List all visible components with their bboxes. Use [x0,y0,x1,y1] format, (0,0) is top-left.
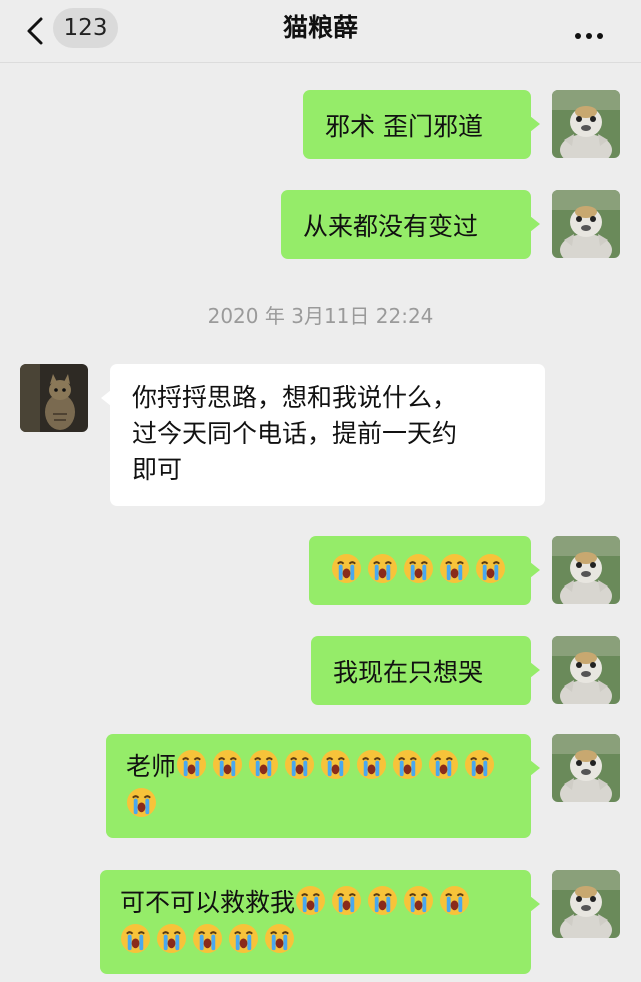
crying-face-emoji [212,749,243,780]
crying-face-emoji [392,749,423,780]
crying-face-emoji [248,749,279,780]
crying-face-emoji [367,885,398,916]
more-icon[interactable] [575,24,609,39]
chat-header: 123 猫粮薛 [0,0,641,63]
crying-face-emoji [439,885,470,916]
crying-face-emoji [176,749,207,780]
message-bubble[interactable]: 老师 [106,734,540,838]
crying-face-emoji [228,923,259,954]
my-avatar[interactable] [552,636,620,704]
message-bubble[interactable]: 从来都没有变过 [281,190,540,259]
crying-face-emoji [428,749,459,780]
message-text: 可不可以救救我 [120,888,296,917]
crying-face-emoji [192,923,223,954]
crying-face-emoji [331,553,362,584]
crying-face-emoji [475,553,506,584]
crying-face-emoji [284,749,315,780]
message-bubble[interactable]: 邪术 歪门邪道 [303,90,540,159]
my-avatar[interactable] [552,536,620,604]
contact-avatar[interactable] [20,364,88,432]
message-bubble[interactable]: 可不可以救救我 [100,870,540,974]
message-timestamp: 2020 年 3月11日 22:24 [207,304,434,328]
crying-face-emoji [295,885,326,916]
crying-face-emoji [403,885,434,916]
my-avatar[interactable] [552,190,620,258]
message-text: 邪术 歪门邪道 [325,112,483,141]
crying-face-emoji [403,553,434,584]
message-bubble[interactable] [309,536,540,605]
message-bubble[interactable]: 你捋捋思路，想和我说什么， 过今天同个电话，提前一天约 即可 [101,364,545,506]
crying-face-emoji [120,923,151,954]
emoji-row [331,553,509,588]
crying-face-emoji [439,553,470,584]
crying-face-emoji [464,749,495,780]
message-bubble[interactable]: 我现在只想哭 [311,636,540,705]
message-text: 老师 [126,752,177,781]
crying-face-emoji [331,885,362,916]
crying-face-emoji [356,749,387,780]
crying-face-emoji [367,553,398,584]
crying-face-emoji [320,749,351,780]
crying-face-emoji [126,787,157,818]
crying-face-emoji [264,923,295,954]
message-text: 从来都没有变过 [303,212,479,241]
my-avatar[interactable] [552,870,620,938]
my-avatar[interactable] [552,90,620,158]
my-avatar[interactable] [552,734,620,802]
chat-title: 猫粮薛 [282,13,358,42]
crying-face-emoji [156,923,187,954]
message-text: 我现在只想哭 [333,658,484,687]
message-text: 你捋捋思路，想和我说什么， 过今天同个电话，提前一天约 即可 [132,383,458,484]
